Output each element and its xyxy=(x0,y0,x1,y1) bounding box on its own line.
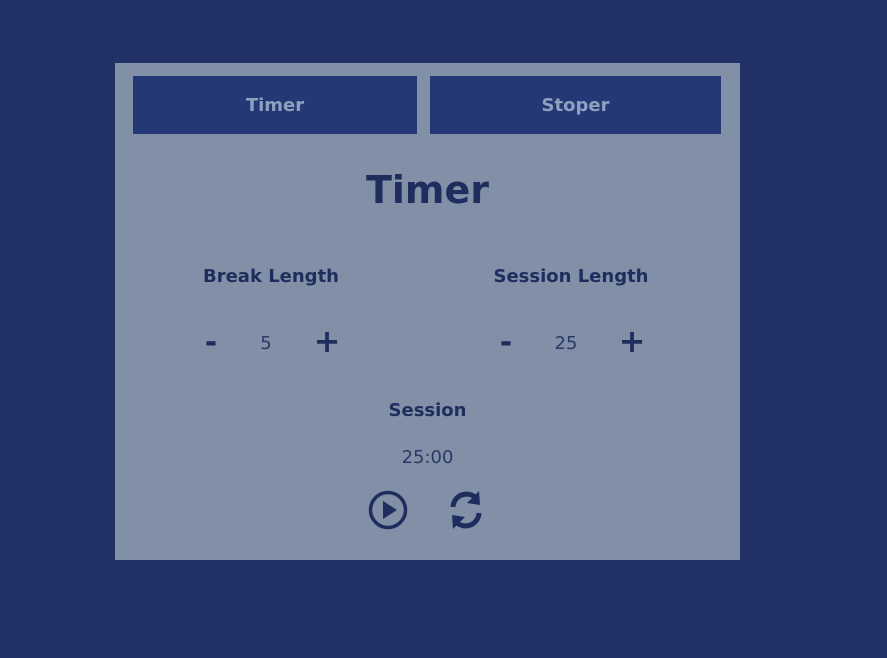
break-decrement-button[interactable]: - xyxy=(196,328,226,358)
timer-mode-label: Session xyxy=(388,400,467,421)
play-button[interactable] xyxy=(367,489,409,531)
session-increment-button[interactable]: + xyxy=(617,325,647,357)
break-length-value: 5 xyxy=(260,333,272,354)
time-remaining: 25:00 xyxy=(401,447,454,468)
tab-timer[interactable]: Timer xyxy=(133,76,417,134)
break-increment-button[interactable]: + xyxy=(312,325,342,357)
refresh-icon xyxy=(450,491,482,529)
session-decrement-button[interactable]: - xyxy=(491,328,521,358)
page-title: Timer xyxy=(365,168,490,212)
session-length-value: 25 xyxy=(554,333,578,354)
timer-panel: Timer Stoper Timer Break Length Session … xyxy=(115,63,740,560)
session-length-label: Session Length xyxy=(493,266,649,287)
tab-stoper-label: Stoper xyxy=(541,94,610,116)
break-length-label: Break Length xyxy=(203,266,339,287)
tab-timer-label: Timer xyxy=(245,94,305,116)
reset-button[interactable] xyxy=(445,489,487,531)
tab-stoper[interactable]: Stoper xyxy=(430,76,721,134)
play-circle-icon xyxy=(368,490,408,530)
